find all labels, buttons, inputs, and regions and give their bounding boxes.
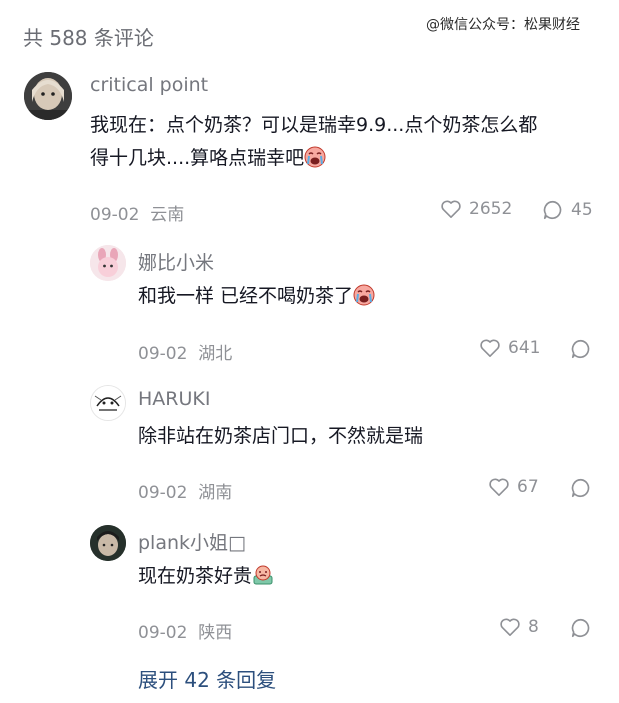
reply-text: 除非站在奶茶店门口，不然就是瑞 <box>138 425 424 447</box>
reply-date: 09-02 <box>138 623 188 643</box>
heart-icon <box>500 618 520 636</box>
reply-date: 09-02 <box>138 344 188 364</box>
like-button[interactable]: 67 <box>488 477 539 497</box>
avatar[interactable] <box>90 525 126 561</box>
avatar[interactable] <box>24 72 72 120</box>
comment-author[interactable]: critical point <box>90 74 208 96</box>
reply-location: 湖北 <box>198 344 233 364</box>
reply-author[interactable]: plank小姐□ <box>138 528 246 555</box>
comment-text-line1: 我现在：点个奶茶？可以是瑞幸9.9...点个奶茶怎么都 <box>90 114 538 136</box>
heart-icon <box>489 478 509 496</box>
reply-location: 陕西 <box>198 623 233 643</box>
like-button[interactable]: 8 <box>499 617 539 637</box>
sob-emoji <box>304 146 326 168</box>
comment-text: 我现在：点个奶茶？可以是瑞幸9.9...点个奶茶怎么都 得十几块....算咯点瑞… <box>90 109 600 175</box>
expand-replies-link[interactable]: 展开 42 条回复 <box>138 664 276 693</box>
watermark: @微信公众号：松果财经 <box>426 17 580 33</box>
reply-meta: 09-02 陕西 <box>138 618 232 643</box>
avatar[interactable] <box>90 245 126 281</box>
comment-bubble-icon <box>543 200 562 220</box>
comment-date: 09-02 <box>90 205 140 225</box>
like-count: 8 <box>528 617 539 637</box>
comment-meta: 09-02 云南 <box>90 200 184 225</box>
reply-text: 现在奶茶好贵 <box>138 560 274 593</box>
like-count: 67 <box>517 477 539 497</box>
comment-bubble-icon <box>571 618 590 638</box>
comment-location: 云南 <box>150 205 185 225</box>
reply-button[interactable] <box>570 477 592 499</box>
reply-date: 09-02 <box>138 483 188 503</box>
comment-bubble-icon <box>571 339 590 359</box>
avatar[interactable] <box>90 385 126 421</box>
money-sad-emoji <box>253 565 273 585</box>
reply-meta: 09-02 湖南 <box>138 478 232 503</box>
reply-text-content: 和我一样 已经不喝奶茶了 <box>138 285 354 307</box>
reply-button[interactable]: 45 <box>542 199 593 221</box>
comment-text-line2: 得十几块....算咯点瑞幸吧 <box>90 147 305 169</box>
like-count: 2652 <box>469 199 513 219</box>
reply-author[interactable]: 娜比小米 <box>138 248 214 275</box>
reply-meta: 09-02 湖北 <box>138 339 232 364</box>
reply-location: 湖南 <box>198 483 233 503</box>
reply-author[interactable]: HARUKI <box>138 388 210 410</box>
reply-count: 45 <box>571 200 593 220</box>
reply-button[interactable] <box>570 617 592 639</box>
like-count: 641 <box>508 338 541 358</box>
sob-emoji <box>353 284 375 306</box>
reply-button[interactable] <box>570 338 592 360</box>
comment-count-header: 共 588 条评论 <box>23 26 154 50</box>
heart-icon <box>441 200 461 218</box>
like-button[interactable]: 2652 <box>440 199 512 219</box>
heart-icon <box>480 339 500 357</box>
like-button[interactable]: 641 <box>479 338 540 358</box>
reply-text: 和我一样 已经不喝奶茶了 <box>138 280 375 313</box>
reply-text-content: 现在奶茶好贵 <box>138 565 253 587</box>
comment-bubble-icon <box>571 478 590 498</box>
